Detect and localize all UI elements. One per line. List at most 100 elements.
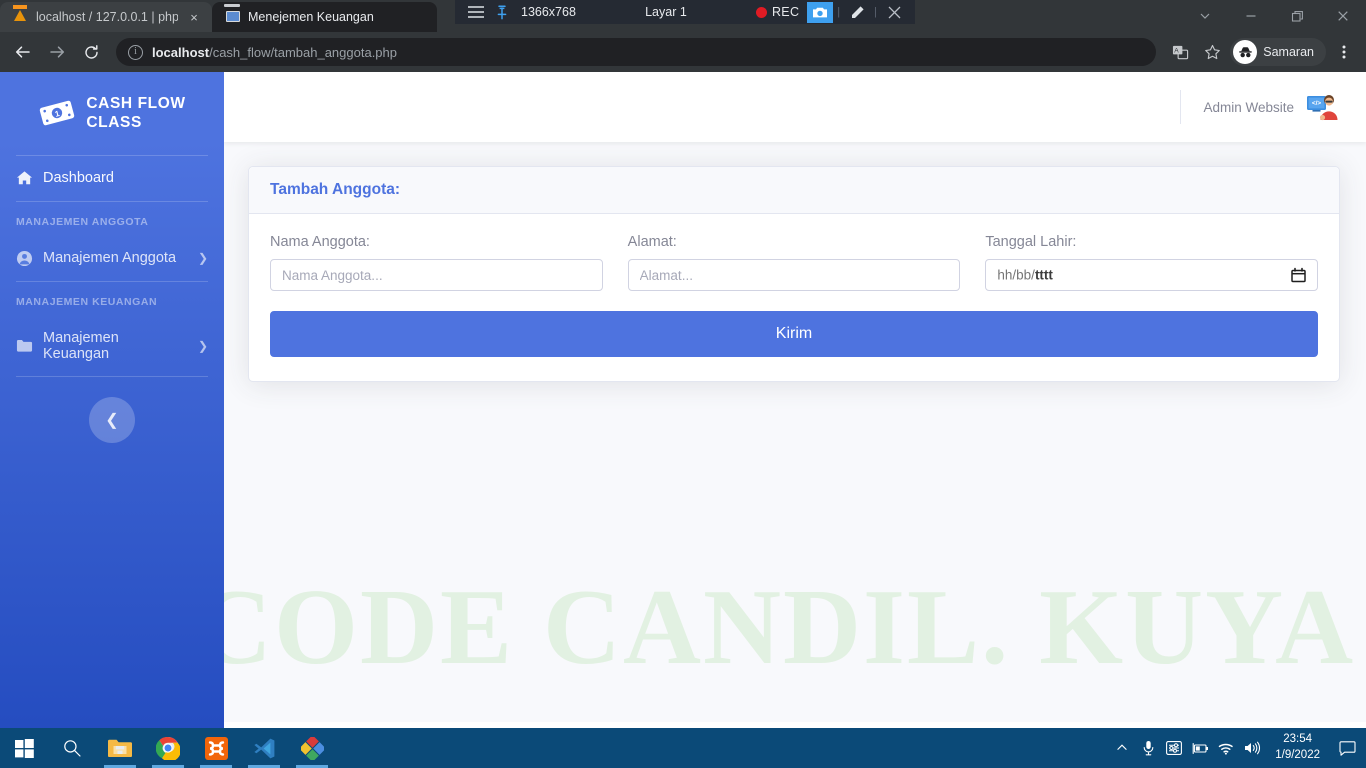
page-viewport: 1 CASH FLOW CLASS Dashboard MANAJEMEN AN… [0, 72, 1366, 768]
sidebar-section-heading-anggota: MANAJEMEN ANGGOTA [16, 215, 149, 228]
toolbar-separator: | [874, 6, 877, 18]
screen-recorder-icon[interactable] [288, 728, 336, 768]
chevron-right-icon: ❯ [197, 251, 208, 266]
clock-date: 1/9/2022 [1275, 749, 1320, 761]
sidebar-section-heading-keuangan: MANAJEMEN KEUANGAN [16, 295, 158, 308]
sidebar-item-dashboard[interactable]: Dashboard [0, 156, 224, 201]
tanggal-lahir-label: Tanggal Lahir: [985, 234, 1077, 250]
sidebar-item-manajemen-anggota[interactable]: Manajemen Anggota ❯ [0, 236, 224, 281]
close-icon[interactable] [1320, 0, 1366, 32]
windows-taskbar: 23:54 1/9/2022 [0, 728, 1366, 768]
sidebar-toggle-wrap: ❮ [0, 377, 224, 463]
folder-icon [16, 337, 33, 354]
bookmark-star-icon[interactable] [1198, 38, 1226, 66]
tanggal-lahir-input[interactable] [985, 259, 1319, 291]
xampp-icon[interactable] [192, 728, 240, 768]
incognito-icon [1233, 40, 1258, 64]
rec-label: REC [771, 5, 800, 19]
translate-icon[interactable]: A [1166, 38, 1194, 66]
pin-icon[interactable] [489, 0, 515, 24]
screen-recorder-toolbar: 1366x768 Layar 1 REC | | [455, 0, 915, 24]
clock-time: 23:54 [1283, 733, 1312, 746]
main-content-area: CODE CANDIL. KUYA Tambah Anggota: Nama A… [224, 142, 1366, 722]
brand-line-1: CASH FLOW [86, 95, 186, 112]
laptop-icon [224, 9, 240, 25]
topbar-user-name: Admin Website [1203, 99, 1294, 115]
chrome-browser-window: localhost / 127.0.0.1 | phpMyAdm × Menej… [0, 0, 1366, 768]
incognito-profile-button[interactable]: Samaran [1230, 38, 1326, 66]
sidebar: 1 CASH FLOW CLASS Dashboard MANAJEMEN AN… [0, 72, 224, 768]
alamat-input[interactable] [627, 259, 961, 291]
kirim-submit-button[interactable]: Kirim [270, 311, 1318, 357]
search-icon[interactable] [48, 728, 96, 768]
address-bar-url: localhost/cash_flow/tambah_anggota.php [152, 45, 397, 60]
windows-start-icon[interactable] [0, 728, 48, 768]
nama-anggota-input[interactable] [270, 259, 603, 291]
card-body: Nama Anggota: Alamat: Tanggal Lahir: [249, 214, 1339, 381]
date-input-wrapper: hh/bb/tttt [985, 259, 1319, 291]
battery-icon[interactable] [1187, 728, 1213, 768]
url-host: localhost [152, 44, 210, 60]
chrome-icon[interactable] [144, 728, 192, 768]
calendar-icon[interactable] [1291, 267, 1306, 283]
system-tray: 23:54 1/9/2022 [1109, 728, 1366, 768]
sidebar-item-label: Manajemen Anggota [43, 250, 177, 267]
tab-search-chevron-down-icon[interactable] [1182, 0, 1228, 32]
chevron-left-icon: ❮ [105, 411, 119, 429]
file-explorer-icon[interactable] [96, 728, 144, 768]
minimize-icon[interactable] [1228, 0, 1274, 32]
phpmyadmin-icon [12, 9, 28, 25]
pencil-icon[interactable] [844, 0, 870, 24]
toolbar-separator: | [837, 6, 841, 18]
chevron-up-icon[interactable] [1109, 728, 1135, 768]
brand-line-2: CLASS [86, 114, 142, 132]
chrome-menu-icon[interactable] [1330, 38, 1358, 66]
back-button[interactable] [8, 37, 38, 67]
topbar-user-menu[interactable]: Admin Website </> [1180, 90, 1338, 124]
close-icon[interactable] [881, 0, 907, 24]
browser-tab-menejemen-keuangan[interactable]: Menejemen Keuangan [212, 2, 437, 32]
hamburger-icon[interactable] [463, 0, 489, 24]
wifi-icon[interactable] [1213, 728, 1239, 768]
topbar: Admin Website </> [224, 72, 1366, 142]
screen-recorder-watermark: CODE CANDIL. KUYA [224, 568, 1356, 687]
window-controls [1182, 0, 1366, 32]
profile-label: Samaran [1263, 45, 1314, 59]
reload-button[interactable] [76, 37, 106, 67]
tambah-anggota-card: Tambah Anggota: Nama Anggota: Alamat: [248, 166, 1340, 382]
forward-button[interactable] [42, 37, 72, 67]
sidebar-item-label: Dashboard [43, 170, 114, 187]
settings-sliders-icon[interactable] [1161, 728, 1187, 768]
page-title: Tambah Anggota: [270, 181, 401, 198]
notification-icon[interactable] [1330, 728, 1364, 768]
maximize-icon[interactable] [1274, 0, 1320, 32]
tab-close-icon[interactable]: × [186, 9, 202, 25]
content-column: Admin Website </> CODE CANDIL. KUYA Tamb… [224, 72, 1366, 768]
nama-anggota-label: Nama Anggota: [270, 234, 370, 250]
rec-indicator-dot [755, 6, 767, 18]
svg-text:A: A [1174, 47, 1179, 54]
card-header: Tambah Anggota: [249, 167, 1339, 214]
field-group-nama-anggota: Nama Anggota: [270, 234, 603, 291]
sidebar-item-label: Manajemen Keuangan [43, 329, 119, 362]
sidebar-item-manajemen-keuangan[interactable]: Manajemen Keuangan ❯ [0, 316, 224, 376]
home-icon [16, 170, 33, 187]
vscode-icon[interactable] [240, 728, 288, 768]
taskbar-clock[interactable]: 23:54 1/9/2022 [1265, 728, 1330, 768]
url-path: /cash_flow/tambah_anggota.php [209, 44, 397, 60]
browser-tab-phpmyadmin[interactable]: localhost / 127.0.0.1 | phpMyAdm × [0, 2, 212, 32]
sidebar-brand[interactable]: 1 CASH FLOW CLASS [0, 94, 224, 155]
recording-layer-label: Layar 1 [645, 5, 687, 19]
microphone-icon[interactable] [1135, 728, 1161, 768]
address-bar[interactable]: i localhost/cash_flow/tambah_anggota.php [116, 38, 1157, 66]
alamat-label: Alamat: [627, 234, 677, 250]
site-info-icon[interactable]: i [128, 44, 143, 60]
field-group-alamat: Alamat: [627, 234, 961, 291]
volume-icon[interactable] [1239, 728, 1265, 768]
camera-icon[interactable] [807, 1, 834, 23]
browser-toolbar: i localhost/cash_flow/tambah_anggota.php… [0, 32, 1366, 72]
user-circle-icon [16, 250, 33, 267]
field-group-tanggal-lahir: Tanggal Lahir: hh/bb/tttt [985, 234, 1319, 291]
sidebar-toggle-button[interactable]: ❮ [89, 396, 135, 443]
browser-tab-title: localhost / 127.0.0.1 | phpMyAdm [36, 10, 178, 24]
